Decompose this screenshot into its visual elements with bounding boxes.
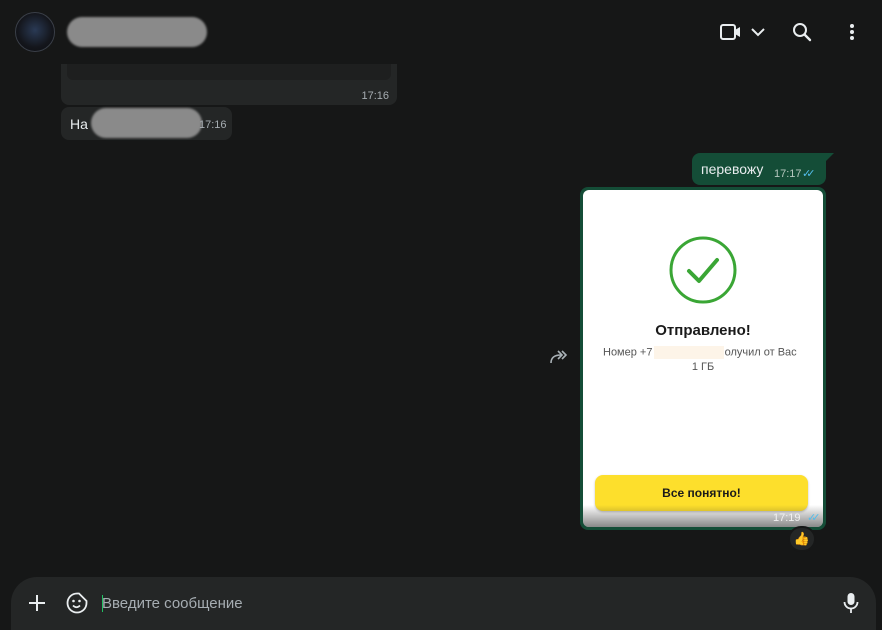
message-time: 17:16 [361, 90, 389, 102]
search-button[interactable] [788, 18, 816, 46]
contact-avatar[interactable] [15, 12, 55, 52]
microphone-icon [843, 593, 859, 613]
chevron-down-icon [751, 28, 765, 37]
menu-button[interactable] [840, 18, 864, 46]
message-time: 17:19 [773, 512, 801, 524]
image-title: Отправлено! [655, 322, 751, 339]
success-check-icon [669, 236, 737, 304]
sticker-icon [66, 592, 88, 614]
redacted-text [91, 108, 202, 138]
image-text-line1: Номер +7 олучил от Вас [603, 346, 797, 359]
double-check-icon: ✓✓ [802, 167, 816, 180]
message-time: 17:16 [199, 119, 227, 131]
plus-icon [29, 595, 45, 611]
forward-icon [550, 350, 568, 364]
screenshot-image[interactable]: Отправлено! Номер +7 олучил от Вас 1 ГБ … [583, 190, 823, 527]
message-input[interactable] [102, 590, 802, 616]
message-composer [11, 577, 876, 630]
quoted-content [67, 64, 391, 80]
video-call-icon [720, 24, 740, 40]
search-icon [793, 23, 812, 42]
attach-button[interactable] [26, 592, 48, 614]
message-text: На [70, 116, 88, 132]
redacted-number [653, 346, 724, 359]
incoming-message[interactable]: 17:16 [61, 64, 397, 105]
image-text-line2: 1 ГБ [691, 361, 715, 373]
message-time: 17:17 [774, 168, 802, 180]
video-call-button[interactable] [718, 18, 768, 46]
double-check-icon: ✓✓ [807, 511, 821, 524]
forward-button[interactable] [549, 349, 571, 367]
message-text: перевожу [701, 161, 764, 177]
thumbs-up-reaction[interactable]: 👍 [788, 526, 816, 552]
contact-name-redacted[interactable] [67, 17, 207, 47]
message-list[interactable]: 17:16 На 17:16 перевожу 17:17 ✓✓ Отправл… [0, 64, 882, 574]
menu-icon [850, 24, 854, 40]
outgoing-message[interactable]: перевожу 17:17 ✓✓ [692, 153, 834, 185]
outgoing-image-message[interactable]: Отправлено! Номер +7 олучил от Вас 1 ГБ … [580, 187, 826, 530]
voice-message-button[interactable] [841, 592, 861, 614]
sticker-button[interactable] [66, 592, 88, 614]
incoming-message[interactable]: На 17:16 [61, 107, 232, 140]
chat-header [0, 0, 882, 64]
